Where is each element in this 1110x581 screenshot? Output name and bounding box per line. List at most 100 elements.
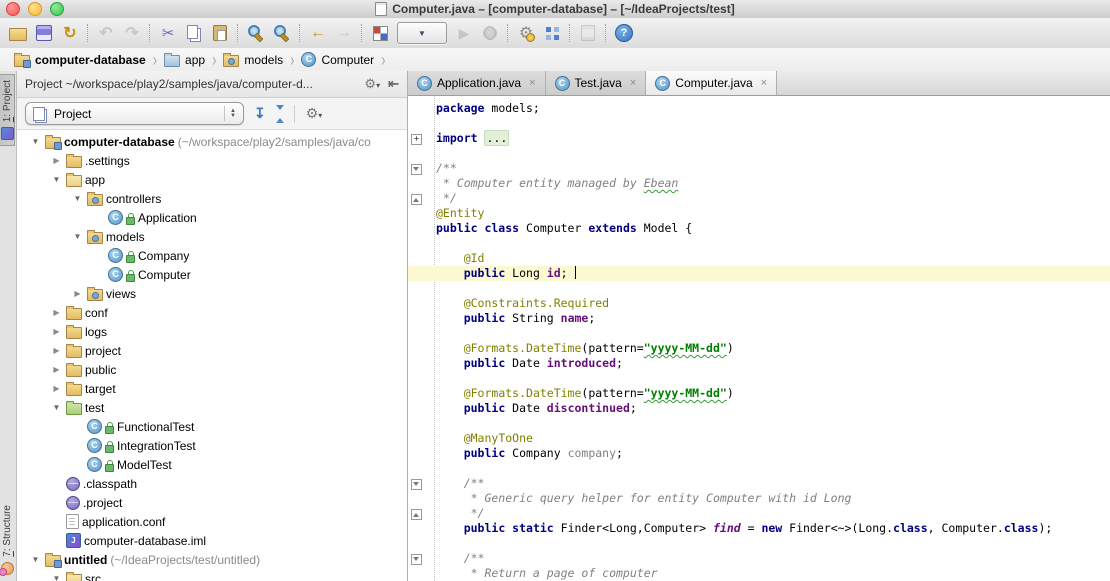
- back-button[interactable]: [305, 21, 331, 45]
- code-line[interactable]: */: [408, 506, 1110, 521]
- tree-item-IntegrationTest[interactable]: IntegrationTest: [17, 436, 407, 455]
- code-line[interactable]: [408, 416, 1110, 431]
- breadcrumb-item-app[interactable]: app: [164, 52, 205, 67]
- tree-item-Company[interactable]: Company: [17, 246, 407, 265]
- tree-item-.settings[interactable]: ▶.settings: [17, 151, 407, 170]
- minimize-window-icon[interactable]: [28, 2, 42, 16]
- expand-arrow-icon[interactable]: ▼: [71, 232, 84, 241]
- code-line[interactable]: @Entity: [408, 206, 1110, 221]
- find-button[interactable]: [243, 21, 269, 45]
- expand-arrow-icon[interactable]: ▶: [71, 289, 84, 298]
- tree-item-test[interactable]: ▼test: [17, 398, 407, 417]
- panel-header-gear-icon[interactable]: [364, 76, 380, 92]
- code-editor[interactable]: package models; +import ... /** * Computer…: [408, 96, 1110, 581]
- tree-item-src[interactable]: ▼src: [17, 569, 407, 581]
- breadcrumb-item-models[interactable]: models: [223, 52, 283, 67]
- save-button[interactable]: [31, 21, 57, 45]
- tree-item-target[interactable]: ▶target: [17, 379, 407, 398]
- close-tab-icon[interactable]: ×: [761, 77, 767, 89]
- code-line[interactable]: @Constraints.Required: [408, 296, 1110, 311]
- code-line[interactable]: @Formats.DateTime(pattern="yyyy-MM-dd"): [408, 341, 1110, 356]
- tree-item-.project[interactable]: .project: [17, 493, 407, 512]
- expand-arrow-icon[interactable]: ▶: [50, 308, 63, 317]
- code-line[interactable]: [408, 536, 1110, 551]
- hide-panel-icon[interactable]: [388, 76, 399, 92]
- code-line[interactable]: public class Computer extends Model {: [408, 221, 1110, 236]
- tree-item-computer-database.iml[interactable]: computer-database.iml: [17, 531, 407, 550]
- code-line[interactable]: public Long id;: [408, 266, 1110, 281]
- code-line[interactable]: [408, 281, 1110, 296]
- tree-item-computer-database[interactable]: ▼computer-database(~/workspace/play2/sam…: [17, 132, 407, 151]
- expand-arrow-icon[interactable]: ▶: [50, 365, 63, 374]
- expand-arrow-icon[interactable]: ▼: [29, 137, 42, 146]
- toolwindow-tab-structure[interactable]: 7: Structure: [0, 500, 15, 580]
- code-line[interactable]: public String name;: [408, 311, 1110, 326]
- expand-arrow-icon[interactable]: ▶: [50, 156, 63, 165]
- editor-tab-Application.java[interactable]: Application.java×: [408, 71, 546, 95]
- tree-item-Application[interactable]: Application: [17, 208, 407, 227]
- code-line[interactable]: */: [408, 191, 1110, 206]
- export-button[interactable]: [575, 21, 601, 45]
- project-view-combo[interactable]: Project ▲▼: [25, 102, 244, 125]
- tree-item-application.conf[interactable]: application.conf: [17, 512, 407, 531]
- code-line[interactable]: [408, 461, 1110, 476]
- code-line[interactable]: @Id: [408, 251, 1110, 266]
- code-line[interactable]: [408, 371, 1110, 386]
- undo-button[interactable]: [93, 21, 119, 45]
- synchronize-button[interactable]: [57, 21, 83, 45]
- collapse-all-icon[interactable]: [276, 105, 284, 123]
- tree-item-models[interactable]: ▼models: [17, 227, 407, 246]
- help-button[interactable]: [611, 21, 637, 45]
- scroll-from-source-icon[interactable]: [254, 105, 266, 122]
- panel-settings-gear-icon[interactable]: [306, 105, 323, 122]
- settings-button[interactable]: [513, 21, 539, 45]
- tree-item-FunctionalTest[interactable]: FunctionalTest: [17, 417, 407, 436]
- forward-button[interactable]: [331, 21, 357, 45]
- tree-item-logs[interactable]: ▶logs: [17, 322, 407, 341]
- code-line[interactable]: public Date introduced;: [408, 356, 1110, 371]
- fold-marker-icon[interactable]: [411, 509, 422, 520]
- code-line[interactable]: public Company company;: [408, 446, 1110, 461]
- zoom-window-icon[interactable]: [50, 2, 64, 16]
- code-line[interactable]: /**: [408, 476, 1110, 491]
- expand-arrow-icon[interactable]: ▼: [29, 555, 42, 564]
- fold-marker-icon[interactable]: [411, 194, 422, 205]
- close-tab-icon[interactable]: ×: [630, 77, 636, 89]
- code-line[interactable]: +import ...: [408, 131, 1110, 146]
- editor-tab-Test.java[interactable]: Test.java×: [546, 71, 647, 95]
- code-line[interactable]: /**: [408, 551, 1110, 566]
- run-button[interactable]: [451, 21, 477, 45]
- debug-button[interactable]: [477, 21, 503, 45]
- fold-marker-icon[interactable]: [411, 479, 422, 490]
- tree-item-conf[interactable]: ▶conf: [17, 303, 407, 322]
- tree-item-.classpath[interactable]: .classpath: [17, 474, 407, 493]
- fold-marker-icon[interactable]: [411, 554, 422, 565]
- toolwindow-tab-project[interactable]: 1: Project: [0, 74, 15, 146]
- code-line[interactable]: * Computer entity managed by Ebean: [408, 176, 1110, 191]
- close-tab-icon[interactable]: ×: [529, 77, 535, 89]
- code-line[interactable]: * Generic query helper for entity Comput…: [408, 491, 1110, 506]
- breadcrumb-item-computer-database[interactable]: computer-database: [14, 52, 146, 67]
- code-line[interactable]: * Return a page of computer: [408, 566, 1110, 581]
- fold-marker-icon[interactable]: [411, 164, 422, 175]
- code-line[interactable]: [408, 326, 1110, 341]
- open-button[interactable]: [5, 21, 31, 45]
- tree-item-project[interactable]: ▶project: [17, 341, 407, 360]
- expand-arrow-icon[interactable]: ▶: [50, 327, 63, 336]
- code-line[interactable]: public Date discontinued;: [408, 401, 1110, 416]
- redo-button[interactable]: [119, 21, 145, 45]
- expand-arrow-icon[interactable]: ▼: [50, 574, 63, 581]
- paste-button[interactable]: [207, 21, 233, 45]
- code-line[interactable]: /**: [408, 161, 1110, 176]
- tree-item-ModelTest[interactable]: ModelTest: [17, 455, 407, 474]
- tree-item-untitled[interactable]: ▼untitled(~/IdeaProjects/test/untitled): [17, 550, 407, 569]
- code-line[interactable]: public static Finder<Long,Computer> find…: [408, 521, 1110, 536]
- project-structure-button[interactable]: [539, 21, 565, 45]
- tree-item-Computer[interactable]: Computer: [17, 265, 407, 284]
- copy-button[interactable]: [181, 21, 207, 45]
- code-line[interactable]: [408, 116, 1110, 131]
- close-window-icon[interactable]: [6, 2, 20, 16]
- tree-item-views[interactable]: ▶views: [17, 284, 407, 303]
- code-line[interactable]: package models;: [408, 101, 1110, 116]
- code-line[interactable]: [408, 236, 1110, 251]
